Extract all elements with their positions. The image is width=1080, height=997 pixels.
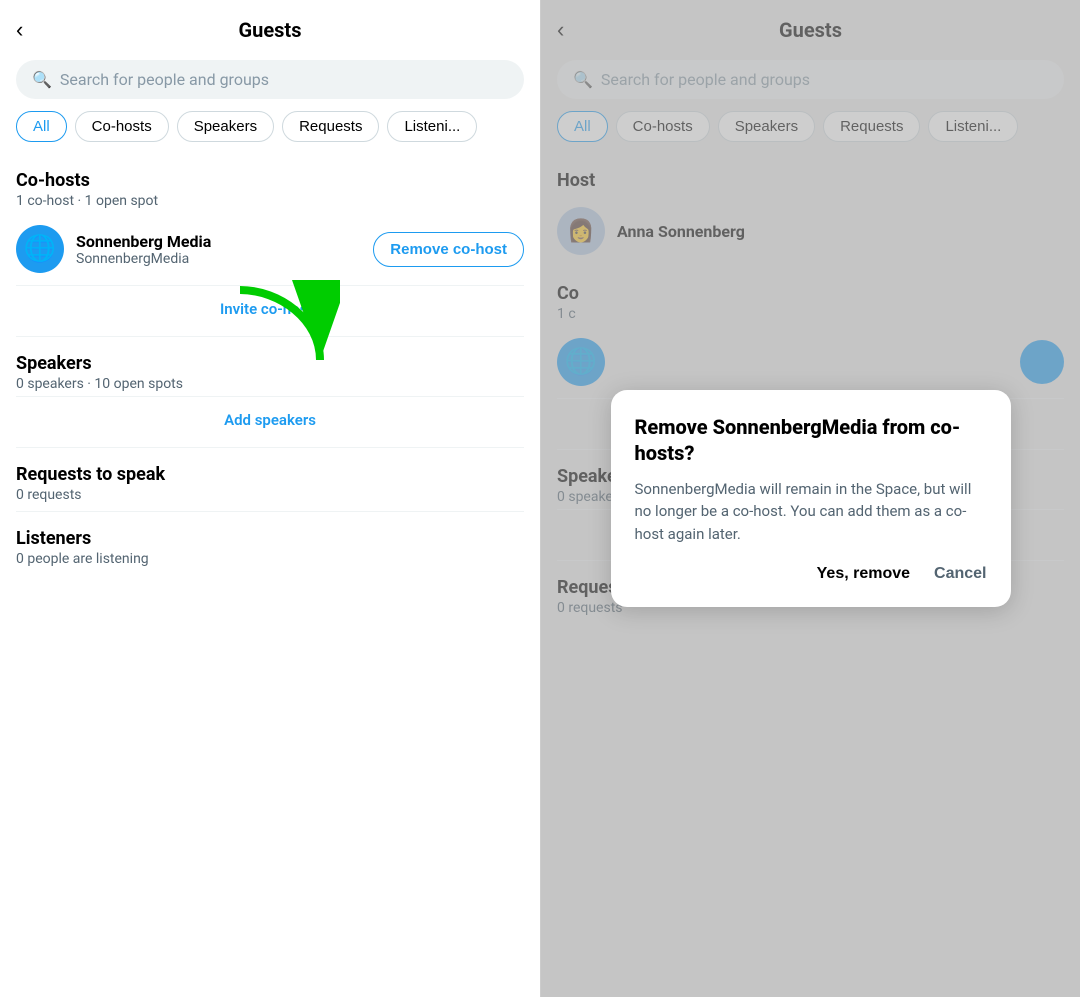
left-section-content: Co-hosts 1 co-host · 1 open spot 🌐 Sonne… [0, 154, 540, 997]
left-cohosts-header: Co-hosts 1 co-host · 1 open spot [16, 154, 524, 213]
left-search-bar[interactable]: 🔍 Search for people and groups [16, 60, 524, 99]
modal-body: SonnenbergMedia will remain in the Space… [635, 478, 987, 546]
right-panel: ‹ Guests 🔍 Search for people and groups … [540, 0, 1080, 997]
left-tab-cohosts[interactable]: Co-hosts [75, 111, 169, 142]
left-tab-listeners[interactable]: Listeni... [387, 111, 477, 142]
left-cohosts-subtitle: 1 co-host · 1 open spot [16, 193, 524, 209]
left-speakers-group: Speakers 0 speakers · 10 open spots [16, 336, 524, 396]
modal-cancel-button[interactable]: Cancel [934, 565, 986, 583]
left-listeners-title: Listeners [16, 528, 524, 549]
left-cohost-member-row: 🌐 Sonnenberg Media SonnenbergMedia Remov… [16, 213, 524, 285]
left-listeners-group: Listeners 0 people are listening [16, 511, 524, 571]
left-tab-speakers[interactable]: Speakers [177, 111, 274, 142]
left-search-icon: 🔍 [32, 70, 52, 89]
left-invite-cohosts-link[interactable]: Invite co-hosts [16, 286, 524, 332]
left-remove-cohost-button[interactable]: Remove co-host [373, 232, 524, 267]
left-header: ‹ Guests [0, 0, 540, 52]
left-speakers-subtitle: 0 speakers · 10 open spots [16, 376, 524, 392]
left-cohost-handle: SonnenbergMedia [76, 251, 361, 267]
left-speakers-title: Speakers [16, 353, 524, 374]
left-panel-title: Guests [239, 18, 302, 42]
modal-overlay: Remove SonnenbergMedia from co-hosts? So… [541, 0, 1080, 997]
modal-title: Remove SonnenbergMedia from co-hosts? [635, 414, 987, 466]
left-back-button[interactable]: ‹ [16, 17, 23, 43]
modal-actions: Yes, remove Cancel [635, 565, 987, 583]
left-cohost-avatar-icon: 🌐 [24, 234, 56, 264]
left-cohost-name: Sonnenberg Media [76, 232, 361, 251]
left-panel: ‹ Guests 🔍 Search for people and groups … [0, 0, 540, 997]
left-filter-tabs: All Co-hosts Speakers Requests Listeni..… [0, 111, 540, 154]
remove-cohost-modal: Remove SonnenbergMedia from co-hosts? So… [611, 390, 1011, 608]
left-search-placeholder: Search for people and groups [60, 70, 269, 89]
left-speakers-header: Speakers 0 speakers · 10 open spots [16, 337, 524, 396]
left-requests-group: Requests to speak 0 requests [16, 447, 524, 507]
left-add-speakers-link[interactable]: Add speakers [16, 397, 524, 443]
left-cohost-info: Sonnenberg Media SonnenbergMedia [76, 232, 361, 267]
left-requests-header: Requests to speak 0 requests [16, 448, 524, 507]
left-cohost-avatar: 🌐 [16, 225, 64, 273]
left-listeners-header: Listeners 0 people are listening [16, 512, 524, 571]
left-requests-subtitle: 0 requests [16, 487, 524, 503]
left-requests-title: Requests to speak [16, 464, 524, 485]
left-cohosts-title: Co-hosts [16, 170, 524, 191]
modal-confirm-button[interactable]: Yes, remove [817, 565, 910, 583]
left-tab-all[interactable]: All [16, 111, 67, 142]
left-tab-requests[interactable]: Requests [282, 111, 379, 142]
left-listeners-subtitle: 0 people are listening [16, 551, 524, 567]
